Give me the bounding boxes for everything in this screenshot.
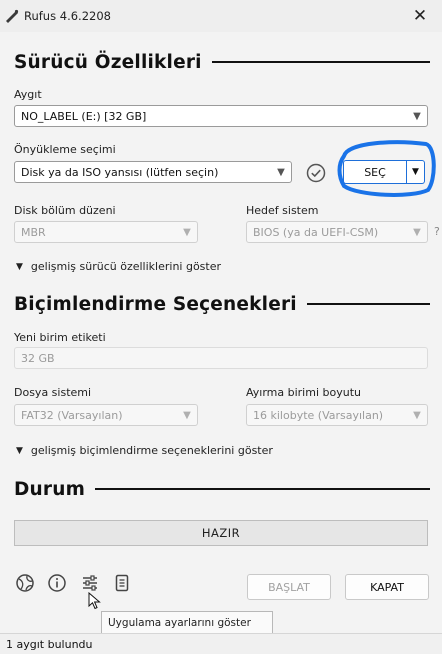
volume-label-input[interactable]: 32 GB [14, 347, 428, 369]
advanced-drive-toggle[interactable]: ▼ gelişmiş sürücü özelliklerini göster [16, 260, 221, 273]
section-divider [306, 303, 430, 305]
device-value: NO_LABEL (E:) [32 GB] [21, 109, 147, 123]
chevron-down-icon: ▼ [16, 261, 23, 272]
close-window-button[interactable]: ✕ [398, 0, 442, 32]
boot-selection-value: Disk ya da ISO yansısı (lütfen seçin) [21, 165, 219, 179]
start-button[interactable]: BAŞLAT [247, 574, 331, 600]
file-system-value: FAT32 (Varsayılan) [21, 408, 123, 422]
chevron-down-icon: ▼ [413, 409, 421, 421]
section-title-status: Durum [14, 478, 86, 500]
about-button[interactable] [46, 572, 68, 594]
status-progress-bar: HAZIR [14, 520, 428, 546]
chevron-down-icon: ▼ [183, 409, 191, 421]
device-select[interactable]: NO_LABEL (E:) [32 GB] ▼ [14, 105, 428, 127]
boot-selection-select[interactable]: Disk ya da ISO yansısı (lütfen seçin) ▼ [14, 161, 292, 183]
section-title-format: Biçimlendirme Seçenekleri [14, 293, 297, 315]
file-system-select[interactable]: FAT32 (Varsayılan) ▼ [14, 404, 198, 426]
chevron-down-icon: ▼ [16, 445, 23, 456]
settings-button[interactable] [79, 572, 101, 594]
chevron-down-icon[interactable]: ▼ [407, 160, 425, 184]
partition-scheme-value: MBR [21, 225, 46, 239]
select-button[interactable]: SEÇ [343, 160, 407, 184]
select-image-split-button[interactable]: SEÇ ▼ [343, 160, 425, 184]
volume-label-label: Yeni birim etiketi [14, 331, 106, 344]
title-bar: Rufus 4.6.2208 ✕ [0, 0, 442, 32]
mouse-cursor-icon [88, 592, 101, 610]
log-icon [115, 574, 129, 592]
file-system-label: Dosya sistemi [14, 386, 92, 399]
language-button[interactable] [14, 572, 36, 594]
device-label: Aygıt [14, 88, 42, 101]
section-divider [211, 61, 430, 63]
check-hash-icon[interactable] [305, 162, 327, 184]
close-button[interactable]: KAPAT [345, 574, 429, 600]
tooltip-text: Uygulama ayarlarını göster [108, 617, 251, 629]
status-bar-text: 1 aygıt bulundu [6, 637, 93, 651]
target-system-label: Hedef sistem [246, 204, 319, 217]
drive-properties-header: Sürücü Özellikleri [14, 50, 430, 74]
partition-scheme-select[interactable]: MBR ▼ [14, 221, 198, 243]
advanced-drive-toggle-label: gelişmiş sürücü özelliklerini göster [30, 260, 222, 273]
format-options-header: Biçimlendirme Seçenekleri [14, 292, 430, 316]
globe-icon [16, 574, 34, 592]
chevron-down-icon: ▼ [183, 226, 191, 238]
info-icon [48, 574, 66, 592]
target-help-mark: ? [434, 225, 440, 238]
chevron-down-icon: ▼ [413, 226, 421, 238]
window-title: Rufus 4.6.2208 [24, 9, 111, 23]
log-button[interactable] [111, 572, 133, 594]
cluster-size-value: 16 kilobyte (Varsayılan) [253, 408, 384, 422]
tooltip: Uygulama ayarlarını göster [101, 611, 273, 635]
section-title-drive: Sürücü Özellikleri [14, 51, 202, 73]
volume-label-value: 32 GB [21, 351, 55, 365]
target-system-value: BIOS (ya da UEFI-CSM) [253, 225, 379, 239]
advanced-format-toggle[interactable]: ▼ gelişmiş biçimlendirme seçeneklerini g… [16, 444, 273, 457]
chevron-down-icon: ▼ [277, 166, 285, 178]
status-header: Durum [14, 477, 430, 501]
status-bar: 1 aygıt bulundu [0, 633, 442, 654]
advanced-format-toggle-label: gelişmiş biçimlendirme seçeneklerini gös… [30, 444, 273, 457]
rufus-icon [6, 9, 19, 23]
cluster-size-label: Ayırma birimi boyutu [246, 386, 361, 399]
settings-sliders-icon [83, 575, 97, 591]
partition-scheme-label: Disk bölüm düzeni [14, 204, 116, 217]
cluster-size-select[interactable]: 16 kilobyte (Varsayılan) ▼ [246, 404, 428, 426]
target-system-select[interactable]: BIOS (ya da UEFI-CSM) ▼ [246, 221, 428, 243]
progress-text: HAZIR [201, 526, 241, 540]
boot-selection-label: Önyükleme seçimi [14, 143, 116, 156]
chevron-down-icon: ▼ [413, 110, 421, 122]
section-divider [95, 488, 430, 490]
